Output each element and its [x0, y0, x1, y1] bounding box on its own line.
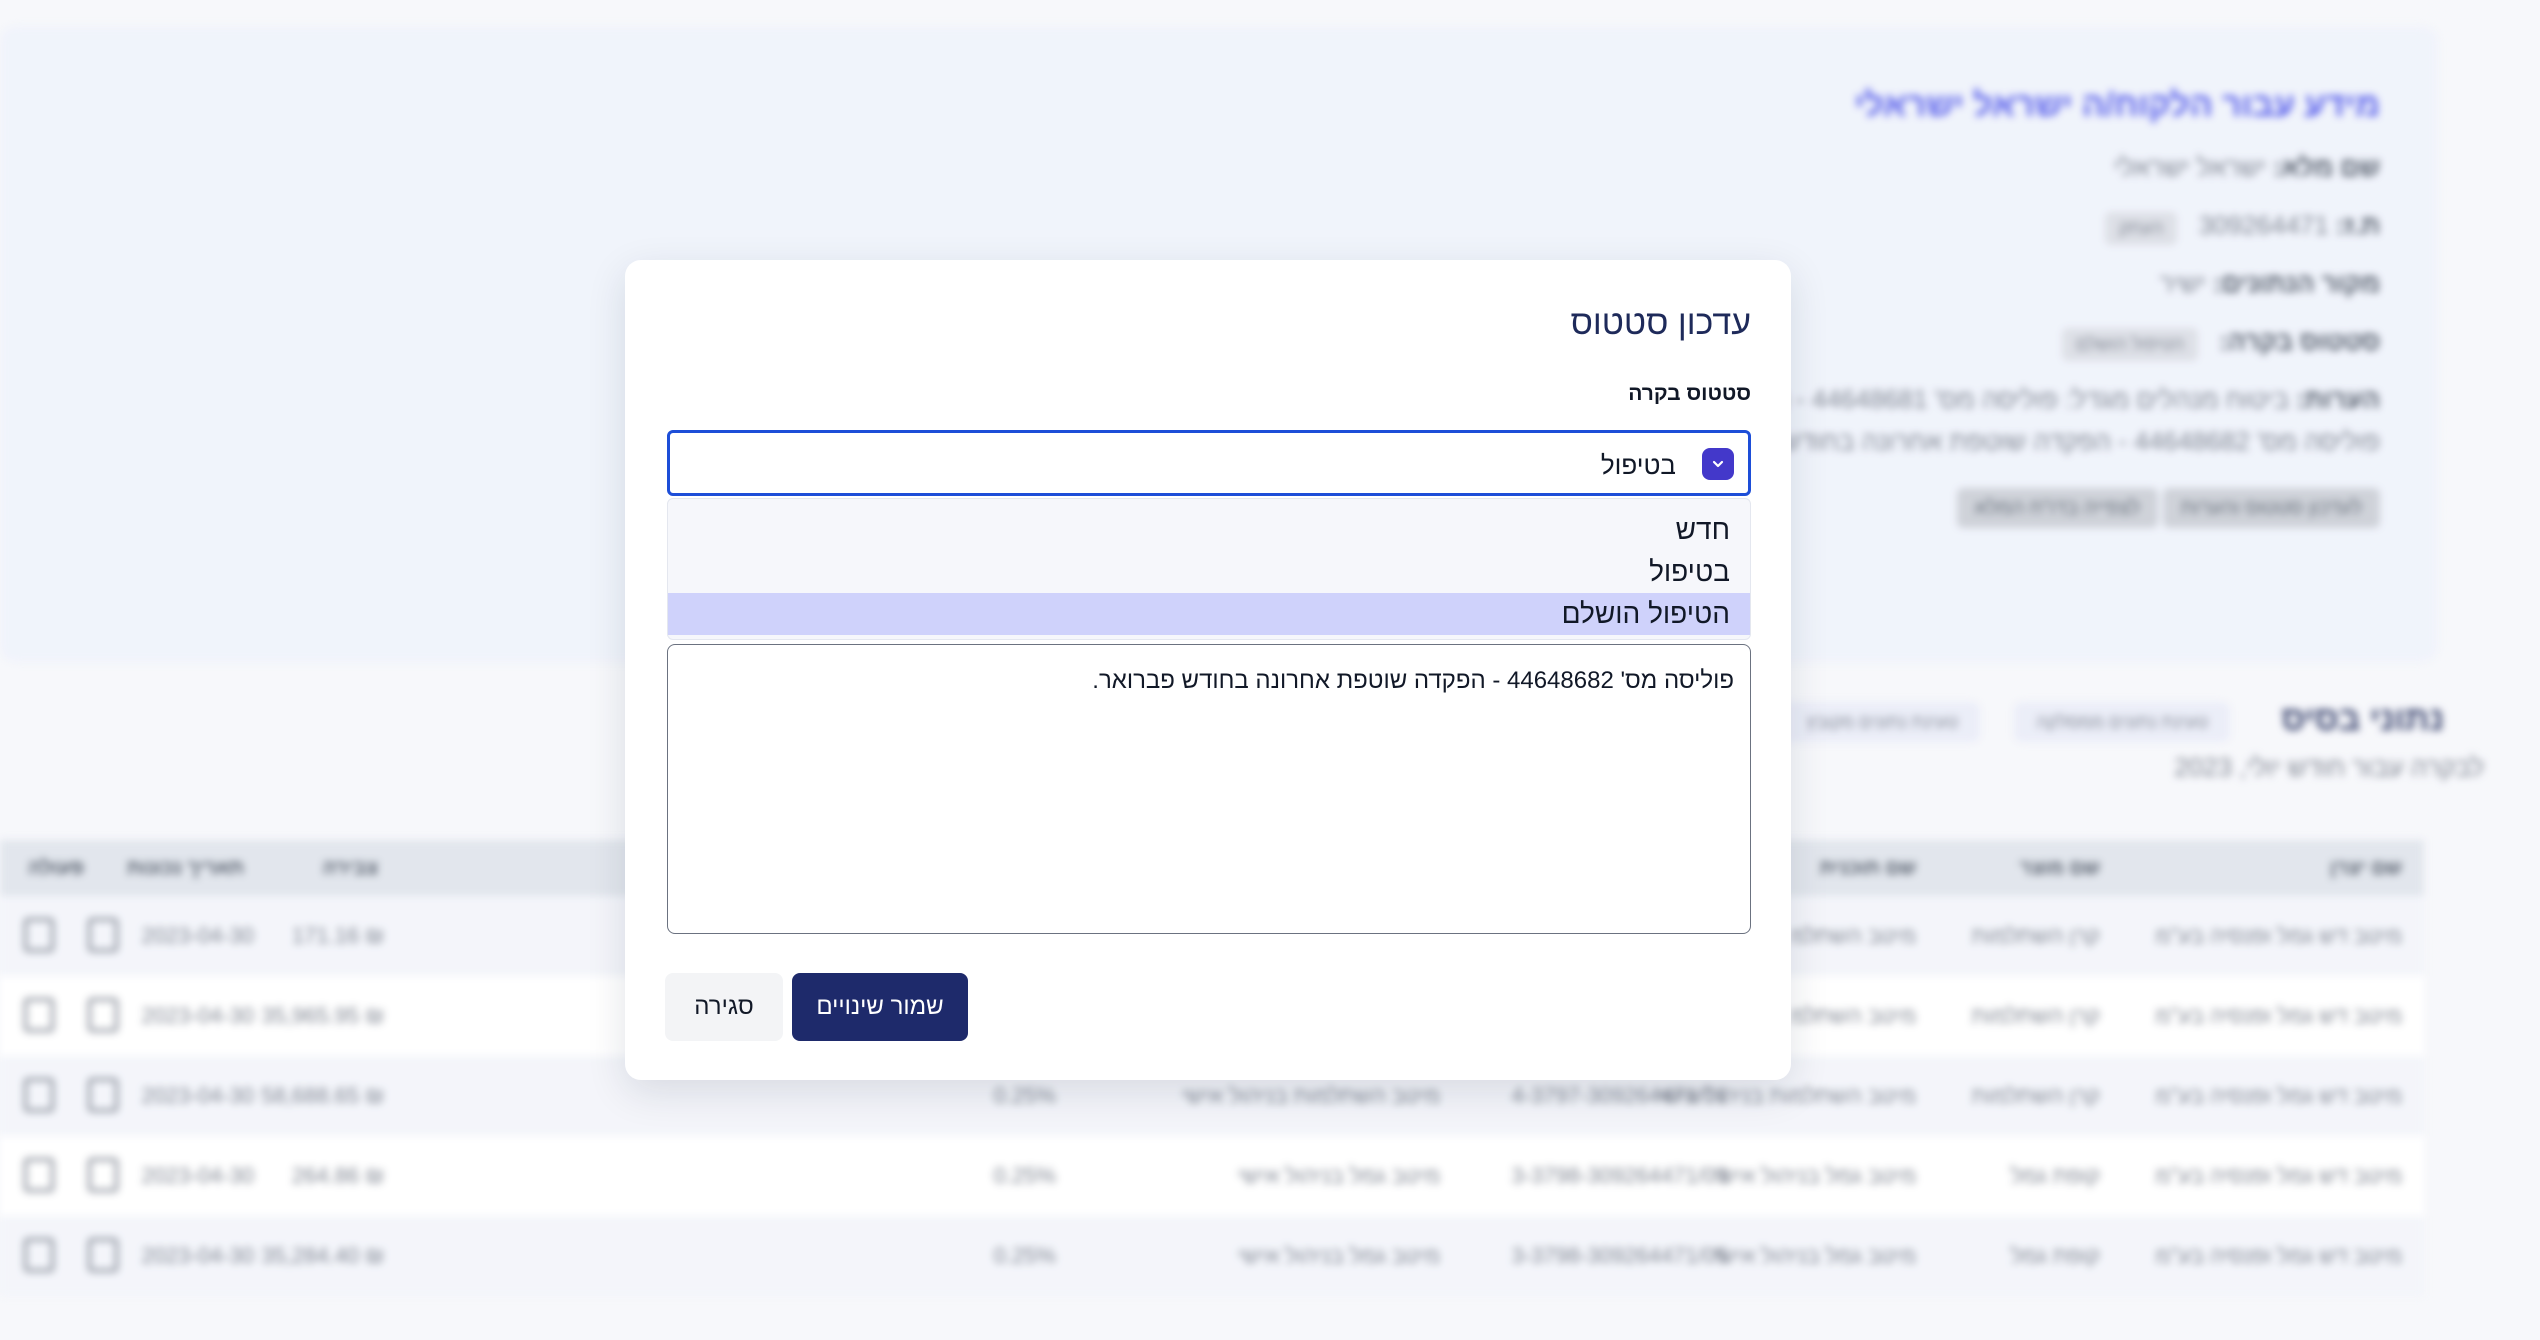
status-option-in-progress[interactable]: בטיפול [668, 551, 1750, 593]
chevron-down-icon[interactable] [1702, 448, 1734, 480]
save-changes-button[interactable]: שמור שינויים [792, 973, 968, 1041]
notes-textarea[interactable]: פוליסה מס' 44648682 - הפקדה שוטפת אחרונה… [667, 644, 1751, 934]
status-dropdown-menu: חדש בטיפול הטיפול הושלם [667, 498, 1751, 640]
status-select-value: בטיפול [1600, 450, 1676, 480]
status-option-completed[interactable]: הטיפול הושלם [668, 593, 1750, 635]
status-update-modal: עדכון סטטוס סטטוס בקרה בטיפול פוליסה מס'… [625, 260, 1791, 1080]
modal-title: עדכון סטטוס [1570, 304, 1751, 342]
status-option-new[interactable]: חדש [668, 509, 1750, 551]
close-button[interactable]: סגירה [665, 973, 783, 1041]
status-select[interactable]: בטיפול [667, 430, 1751, 496]
status-field-label: סטטוס בקרה [1628, 382, 1751, 405]
